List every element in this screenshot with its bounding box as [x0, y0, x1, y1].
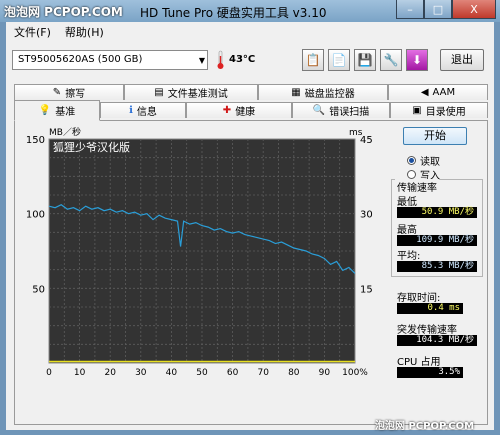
avg-value: 85.3 MB/秒: [397, 261, 477, 272]
menu-help[interactable]: 帮助(H): [65, 24, 104, 40]
monitor-icon: ▦: [291, 87, 301, 98]
watermark-bottom: 泡泡网 PCPOP.COM: [375, 421, 475, 432]
y-tick-left: 150: [26, 135, 45, 146]
lightbulb-icon: 💡: [38, 105, 52, 116]
max-value: 109.9 MB/秒: [397, 235, 477, 246]
tab-label: 文件基准测试: [167, 89, 228, 100]
access-time-value: 0.4 ms: [397, 303, 463, 314]
title-bar: 泡泡网 PCPOP.COM HD Tune Pro 硬盘实用工具 v3.10 –…: [0, 0, 500, 22]
x-tick: 100%: [342, 368, 368, 378]
tab-health[interactable]: ✚ 健康: [186, 102, 292, 118]
floppy-icon: 💾: [357, 53, 373, 67]
minimize-button[interactable]: –: [396, 0, 424, 19]
tab-info[interactable]: ℹ 信息: [100, 102, 186, 118]
benchmark-chart: 狐狸少爷汉化版MB／秒 ms150100504530150 10 20 30 40 50 60…: [26, 126, 373, 378]
app-client: 文件(F) 帮助(H) ST95005620AS (500 GB) ▼ 43°C…: [6, 22, 494, 430]
radio-dot-icon: [407, 156, 416, 165]
read-radio[interactable]: 读取: [407, 153, 440, 168]
wrench-icon: 🔧: [383, 53, 399, 67]
access-time-label: 存取时间:: [397, 293, 441, 304]
y-tick-left: 100: [26, 210, 45, 221]
copy-icon: 📋: [305, 53, 321, 67]
exit-button[interactable]: 退出: [440, 49, 484, 71]
down-arrow-icon: ⬇: [411, 53, 423, 67]
drive-select[interactable]: ST95005620AS (500 GB) ▼: [12, 50, 208, 70]
toolbar: ST95005620AS (500 GB) ▼ 43°C 📋 📄 💾 🔧 ⬇ 退…: [6, 46, 494, 76]
info-icon: ℹ: [129, 105, 133, 116]
radio-dot-icon: [407, 170, 416, 179]
tab-disk-monitor[interactable]: ▦ 磁盘监控器: [258, 84, 388, 100]
y-tick-right: 45: [360, 135, 373, 146]
transfer-rate-title: 传输速率: [395, 179, 439, 194]
min-label: 最低: [397, 197, 417, 208]
max-label: 最高: [397, 225, 417, 236]
y-tick-right: 30: [360, 210, 373, 221]
maximize-button[interactable]: □: [424, 0, 452, 19]
folder-icon: ▣: [412, 105, 422, 116]
cpu-usage-value: 3.5%: [397, 367, 463, 378]
tab-erase[interactable]: ✎ 擦写: [14, 84, 124, 100]
tab-aam[interactable]: ◀ AAM: [388, 84, 488, 100]
tab-label: 擦写: [65, 89, 86, 100]
speaker-icon: ◀: [420, 87, 429, 98]
menu-file[interactable]: 文件(F): [14, 24, 51, 40]
x-tick: 70: [257, 368, 269, 378]
burst-rate-value: 104.3 MB/秒: [397, 335, 477, 346]
dropdown-arrow-icon[interactable]: ▼: [199, 52, 205, 70]
tab-label: 磁盘监控器: [304, 89, 355, 100]
avg-label: 平均:: [397, 251, 421, 262]
tab-benchmark[interactable]: 💡 基准: [14, 100, 100, 121]
pencil-icon: ✎: [52, 87, 62, 98]
start-button[interactable]: 开始: [403, 127, 467, 145]
menu-bar: 文件(F) 帮助(H): [6, 24, 104, 40]
tab-label: 错误扫描: [329, 107, 370, 118]
read-label: 读取: [420, 157, 440, 168]
x-tick: 60: [227, 368, 239, 378]
benchmark-panel: 狐狸少爷汉化版 MB／秒 ms 150 100 50 45 30 15 0 10 20 30 40 50 60…: [14, 120, 488, 425]
health-cross-icon: ✚: [222, 105, 232, 116]
window-title: HD Tune Pro 硬盘实用工具 v3.10: [140, 6, 327, 20]
y-axis-left-label: MB／秒: [49, 126, 81, 138]
magnifier-icon: 🔍: [312, 105, 326, 116]
clipboard-icon: 📄: [331, 53, 347, 67]
x-tick: 50: [196, 368, 208, 378]
close-button[interactable]: X: [452, 0, 496, 19]
tab-folder-usage[interactable]: ▣ 目录使用: [390, 102, 488, 118]
cpu-usage-label: CPU 占用: [397, 357, 441, 368]
x-tick: 0: [46, 368, 52, 378]
x-tick: 20: [104, 368, 116, 378]
download-button[interactable]: ⬇: [406, 49, 428, 71]
tab-label: 信息: [136, 107, 157, 118]
x-tick: 80: [288, 368, 300, 378]
tab-label: 基准: [55, 107, 76, 118]
watermark: 泡泡网 PCPOP.COM: [4, 5, 123, 19]
tab-label: 目录使用: [425, 107, 466, 118]
burst-rate-label: 突发传输速率: [397, 325, 457, 336]
tab-label: AAM: [432, 87, 456, 98]
tab-file-benchmark[interactable]: ▤ 文件基准测试: [124, 84, 258, 100]
x-tick: 10: [74, 368, 86, 378]
copy-screen-button[interactable]: 📄: [328, 49, 350, 71]
copy-info-button[interactable]: 📋: [302, 49, 324, 71]
drive-select-value: ST95005620AS (500 GB): [18, 54, 143, 65]
temperature-readout: 43°C: [229, 54, 256, 65]
tab-label: 健康: [235, 107, 256, 118]
thermometer-icon: [217, 50, 224, 69]
y-tick-right: 15: [360, 284, 373, 295]
y-tick-left: 50: [32, 284, 45, 295]
x-tick: 90: [319, 368, 331, 378]
window-controls: – □ X: [396, 0, 496, 19]
tab-error-scan[interactable]: 🔍 错误扫描: [292, 102, 390, 118]
file-icon: ▤: [154, 87, 164, 98]
min-value: 50.9 MB/秒: [397, 207, 477, 218]
x-tick: 30: [135, 368, 147, 378]
chart-overlay-text: 狐狸少爷汉化版: [53, 140, 130, 154]
x-tick: 40: [166, 368, 178, 378]
save-button[interactable]: 💾: [354, 49, 376, 71]
options-button[interactable]: 🔧: [380, 49, 402, 71]
